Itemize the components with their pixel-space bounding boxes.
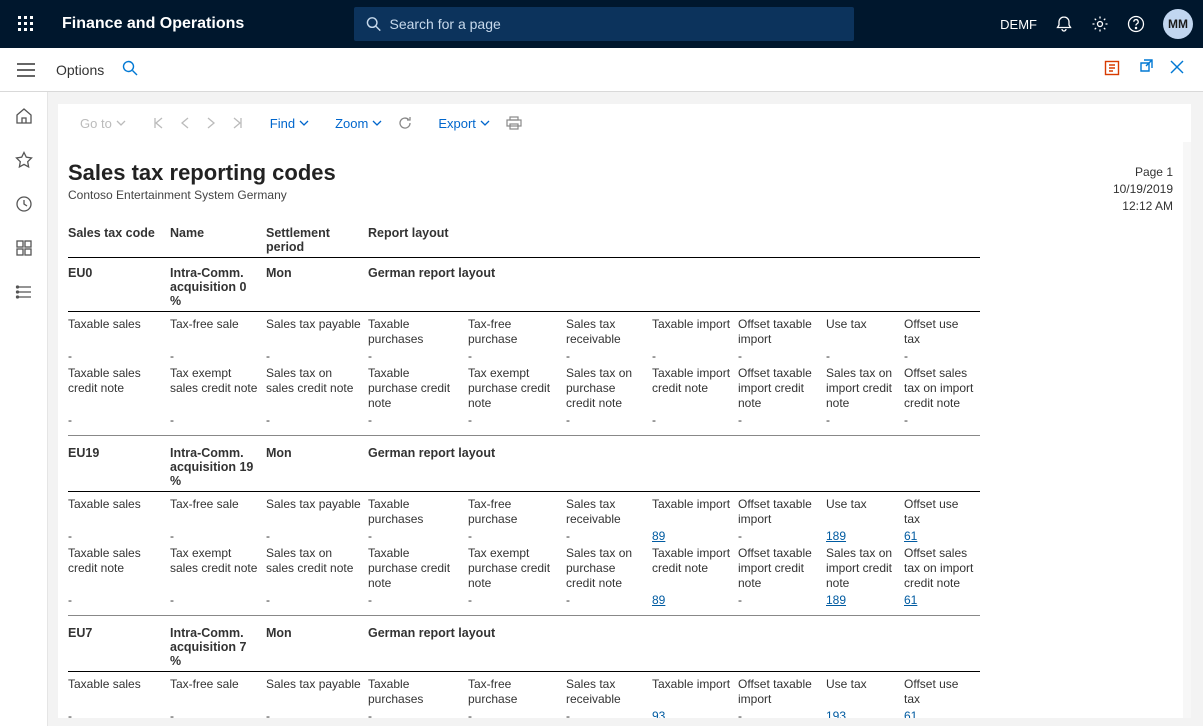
value-link[interactable]: 189 [826, 593, 846, 607]
report-scroll[interactable]: Sales tax reporting codes Contoso Entert… [58, 142, 1191, 718]
recent-icon[interactable] [12, 192, 36, 216]
page-info: Page 1 10/19/2019 12:12 AM [1113, 164, 1173, 214]
find-button[interactable]: Find [264, 112, 315, 135]
zoom-button[interactable]: Zoom [329, 112, 388, 135]
nav-rail [0, 92, 48, 726]
app-title: Finance and Operations [62, 15, 244, 33]
workspace-icon[interactable] [12, 236, 36, 260]
company-picker[interactable]: DEMF [1000, 17, 1037, 32]
value-link[interactable]: 61 [904, 529, 917, 543]
home-icon[interactable] [12, 104, 36, 128]
value-link[interactable]: 189 [826, 529, 846, 543]
filter-search-icon[interactable] [122, 60, 138, 79]
metric-label-row: Taxable salesTax-free saleSales tax paya… [68, 676, 980, 708]
metric-value-row: ------89-18961 [68, 592, 980, 609]
metric-value-row: ---------- [68, 348, 980, 365]
metric-value-row: ------93-19361 [68, 708, 980, 718]
bell-icon[interactable] [1055, 15, 1073, 33]
metric-value-row: ------89-18961 [68, 528, 980, 545]
global-search[interactable] [354, 7, 854, 41]
first-page-icon[interactable] [146, 113, 170, 133]
value-link[interactable]: 61 [904, 709, 917, 718]
report-page: Sales tax reporting codes Contoso Entert… [58, 142, 1183, 718]
app-launcher-icon[interactable] [10, 8, 42, 40]
group-row: EU7Intra-Comm. acquisition 7 %MonGerman … [68, 618, 980, 672]
last-page-icon[interactable] [226, 113, 250, 133]
group-row: EU0Intra-Comm. acquisition 0 %MonGerman … [68, 258, 980, 312]
popout-icon[interactable] [1137, 59, 1153, 80]
value-link[interactable]: 89 [652, 593, 665, 607]
metric-label-row: Taxable sales credit noteTax exempt sale… [68, 545, 980, 592]
value-link[interactable]: 193 [826, 709, 846, 718]
metric-label-row: Taxable sales credit noteTax exempt sale… [68, 365, 980, 412]
help-icon[interactable] [1127, 15, 1145, 33]
report-viewer: Go to Find Zoom Export Sales tax reporti… [58, 104, 1191, 718]
action-bar: Options [0, 48, 1203, 92]
column-headers: Sales tax code Name Settlement period Re… [68, 226, 980, 258]
modules-icon[interactable] [12, 280, 36, 304]
report-toolbar: Go to Find Zoom Export [58, 104, 1191, 142]
gear-icon[interactable] [1091, 15, 1109, 33]
avatar[interactable]: MM [1163, 9, 1193, 39]
search-icon [366, 16, 381, 32]
top-header: Finance and Operations DEMF MM [0, 0, 1203, 48]
metric-label-row: Taxable salesTax-free saleSales tax paya… [68, 496, 980, 528]
print-icon[interactable] [500, 112, 528, 134]
star-icon[interactable] [12, 148, 36, 172]
next-page-icon[interactable] [200, 113, 222, 133]
close-icon[interactable] [1169, 59, 1185, 80]
hamburger-icon[interactable] [8, 52, 44, 88]
main-area: Go to Find Zoom Export Sales tax reporti… [48, 92, 1203, 726]
export-button[interactable]: Export [432, 112, 496, 135]
group-row: EU19Intra-Comm. acquisition 19 %MonGerma… [68, 438, 980, 492]
metric-value-row: ---------- [68, 412, 980, 429]
value-link[interactable]: 89 [652, 529, 665, 543]
value-link[interactable]: 93 [652, 709, 665, 718]
value-link[interactable]: 61 [904, 593, 917, 607]
report-title: Sales tax reporting codes [68, 160, 336, 186]
metric-label-row: Taxable salesTax-free saleSales tax paya… [68, 316, 980, 348]
options-button[interactable]: Options [56, 62, 104, 78]
search-input[interactable] [389, 16, 842, 32]
prev-page-icon[interactable] [174, 113, 196, 133]
refresh-icon[interactable] [392, 112, 418, 134]
report-subtitle: Contoso Entertainment System Germany [68, 188, 336, 202]
office-icon[interactable] [1103, 59, 1121, 80]
goto-button[interactable]: Go to [74, 112, 132, 135]
